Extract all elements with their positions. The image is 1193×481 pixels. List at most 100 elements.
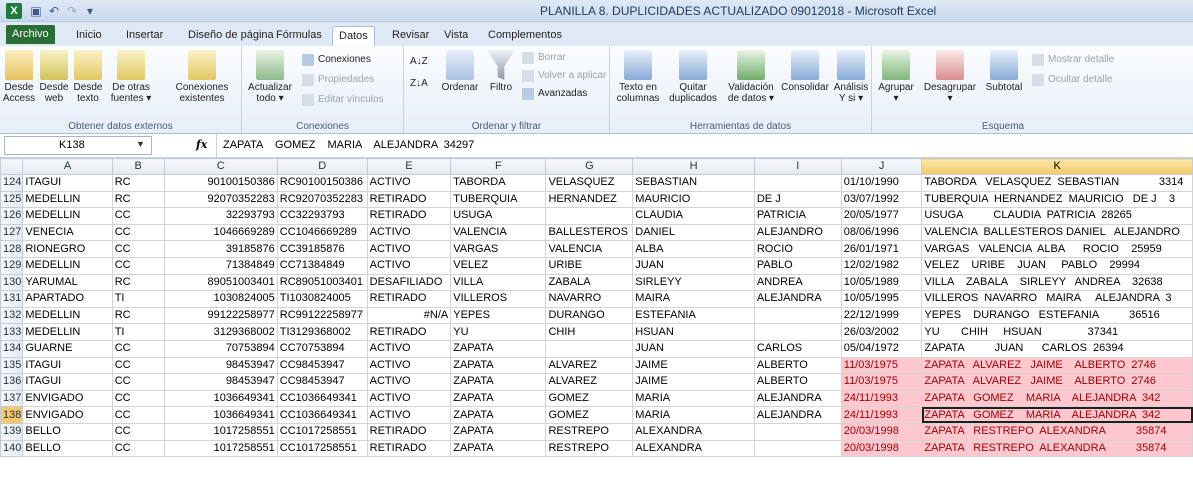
cell-d[interactable]: CC70753894 (276, 339, 368, 358)
cell-f[interactable]: VILLEROS (450, 290, 547, 308)
cell-a[interactable]: MEDELLIN (22, 207, 113, 225)
cell-k[interactable]: ZAPATA RESTREPO ALEXANDRA 35874 (921, 439, 1193, 458)
cell-j[interactable]: 26/03/2002 (840, 323, 923, 341)
cell-g[interactable]: NAVARRO (545, 290, 634, 308)
row-header[interactable]: 140 (0, 439, 24, 458)
sort-az-button[interactable]: A↓Z (410, 54, 428, 70)
tab-archivo[interactable]: Archivo (6, 25, 55, 44)
cell-b[interactable]: CC (111, 356, 165, 375)
ocultar-detalle-button[interactable]: Ocultar detalle (1032, 72, 1112, 88)
cell-g[interactable]: ALVAREZ (545, 356, 634, 375)
cell-j[interactable]: 05/04/1972 (840, 339, 923, 358)
cell-d[interactable]: CC98453947 (276, 373, 368, 391)
cell-d[interactable]: CC39185876 (276, 240, 368, 258)
cell-b[interactable]: TI (111, 323, 165, 341)
cell-j[interactable]: 20/03/1998 (840, 439, 923, 458)
cell-a[interactable]: BELLO (22, 422, 113, 441)
insert-function-icon[interactable]: fx (196, 138, 207, 151)
cell-k[interactable]: YU CHIH HSUAN 37341 (921, 323, 1193, 341)
cell-b[interactable]: TI (111, 290, 165, 308)
cell-d[interactable]: TI1030824005 (276, 290, 368, 308)
cell-h[interactable]: CLAUDIA (632, 207, 755, 225)
cell-d[interactable]: RC90100150386 (276, 174, 368, 192)
cell-i[interactable]: ANDREA (753, 273, 842, 292)
cell-c[interactable]: 1036649341 (163, 389, 278, 408)
consolidar-button[interactable]: Consolidar (780, 50, 830, 93)
otras-fuentes-button[interactable]: De otras fuentes ▾ (106, 50, 156, 104)
cell-c[interactable]: 98453947 (163, 356, 278, 375)
cell-i[interactable] (753, 422, 842, 441)
desagrupar-button[interactable]: Desagrupar ▾ (918, 50, 982, 104)
cell-g[interactable] (545, 339, 634, 358)
cell-f[interactable]: TABORDA (450, 174, 547, 192)
cell-a[interactable]: ITAGUI (22, 174, 113, 192)
row-header[interactable]: 138 (0, 406, 24, 424)
cell-i[interactable]: ROCIO (753, 240, 842, 258)
cell-c[interactable]: 1036649341 (163, 406, 278, 424)
cell-d[interactable]: CC1017258551 (276, 422, 368, 441)
cell-c[interactable]: 70753894 (163, 339, 278, 358)
cell-b[interactable]: CC (111, 223, 165, 242)
cell-h[interactable]: MAURICIO (632, 190, 755, 209)
cell-k[interactable]: ZAPATA ALVAREZ JAIME ALBERTO 2746 (921, 356, 1193, 375)
cell-a[interactable]: GUARNE (22, 339, 113, 358)
cell-j[interactable]: 26/01/1971 (840, 240, 923, 258)
cell-f[interactable]: VARGAS (450, 240, 547, 258)
cell-d[interactable]: RC89051003401 (276, 273, 368, 292)
validacion-datos-button[interactable]: Validación de datos ▾ (724, 50, 778, 104)
cell-a[interactable]: RIONEGRO (22, 240, 113, 258)
cell-i[interactable] (753, 306, 842, 325)
cell-c[interactable]: 92070352283 (163, 190, 278, 209)
cell-d[interactable]: CC1046669289 (276, 223, 368, 242)
editar-vinculos-button[interactable]: Editar vínculos (302, 92, 384, 108)
cell-j[interactable]: 12/02/1982 (840, 256, 923, 275)
cell-h[interactable]: JAIME (632, 373, 755, 391)
ordenar-button[interactable]: Ordenar (440, 50, 480, 93)
cell-e[interactable]: #N/A (366, 306, 452, 325)
tab-diseno-pagina[interactable]: Diseño de página (182, 26, 280, 46)
cell-j[interactable]: 24/11/1993 (840, 406, 923, 424)
cell-e[interactable]: RETIRADO (366, 422, 452, 441)
select-all-corner[interactable] (0, 158, 24, 175)
cell-j[interactable]: 20/05/1977 (840, 207, 923, 225)
cell-a[interactable]: ENVIGADO (22, 406, 113, 424)
cell-h[interactable]: JAIME (632, 356, 755, 375)
cell-f[interactable]: ZAPATA (450, 373, 547, 391)
row-header[interactable]: 127 (0, 223, 24, 242)
cell-k[interactable]: YEPES DURANGO ESTEFANIA 36516 (921, 306, 1193, 325)
cell-c[interactable]: 99122258977 (163, 306, 278, 325)
row-header[interactable]: 130 (0, 273, 24, 292)
cell-h[interactable]: MAIRA (632, 290, 755, 308)
cell-d[interactable]: RC92070352283 (276, 190, 368, 209)
cell-a[interactable]: BELLO (22, 439, 113, 458)
undo-icon[interactable]: ↶ (46, 3, 62, 19)
cell-g[interactable]: GOMEZ (545, 389, 634, 408)
tab-inicio[interactable]: Inicio (70, 26, 108, 46)
cell-c[interactable]: 1046669289 (163, 223, 278, 242)
volver-aplicar-button[interactable]: Volver a aplicar (522, 68, 606, 84)
chevron-down-icon[interactable]: ▼ (136, 136, 145, 153)
cell-d[interactable]: RC99122258977 (276, 306, 368, 325)
cell-e[interactable]: ACTIVO (366, 223, 452, 242)
cell-k[interactable]: TUBERQUIA HERNANDEZ MAURICIO DE J 3 (921, 190, 1193, 209)
tab-insertar[interactable]: Insertar (120, 26, 169, 46)
cell-i[interactable]: ALBERTO (753, 373, 842, 391)
save-icon[interactable]: ▣ (28, 3, 44, 19)
cell-c[interactable]: 32293793 (163, 207, 278, 225)
cell-h[interactable]: MARIA (632, 389, 755, 408)
cell-f[interactable]: VELEZ (450, 256, 547, 275)
cell-d[interactable]: TI3129368002 (276, 323, 368, 341)
row-header[interactable]: 134 (0, 339, 24, 358)
column-header[interactable]: F (450, 158, 547, 175)
cell-f[interactable]: ZAPATA (450, 339, 547, 358)
cell-e[interactable]: ACTIVO (366, 373, 452, 391)
cell-f[interactable]: ZAPATA (450, 389, 547, 408)
cell-h[interactable]: ALBA (632, 240, 755, 258)
cell-h[interactable]: ALEXANDRA (632, 422, 755, 441)
filtro-button[interactable]: Filtro (484, 50, 518, 93)
conexiones-button[interactable]: Conexiones (302, 52, 371, 68)
excel-app-icon[interactable]: X (6, 3, 22, 19)
cell-j[interactable]: 08/06/1996 (840, 223, 923, 242)
cell-e[interactable]: RETIRADO (366, 190, 452, 209)
cell-f[interactable]: TUBERQUIA (450, 190, 547, 209)
